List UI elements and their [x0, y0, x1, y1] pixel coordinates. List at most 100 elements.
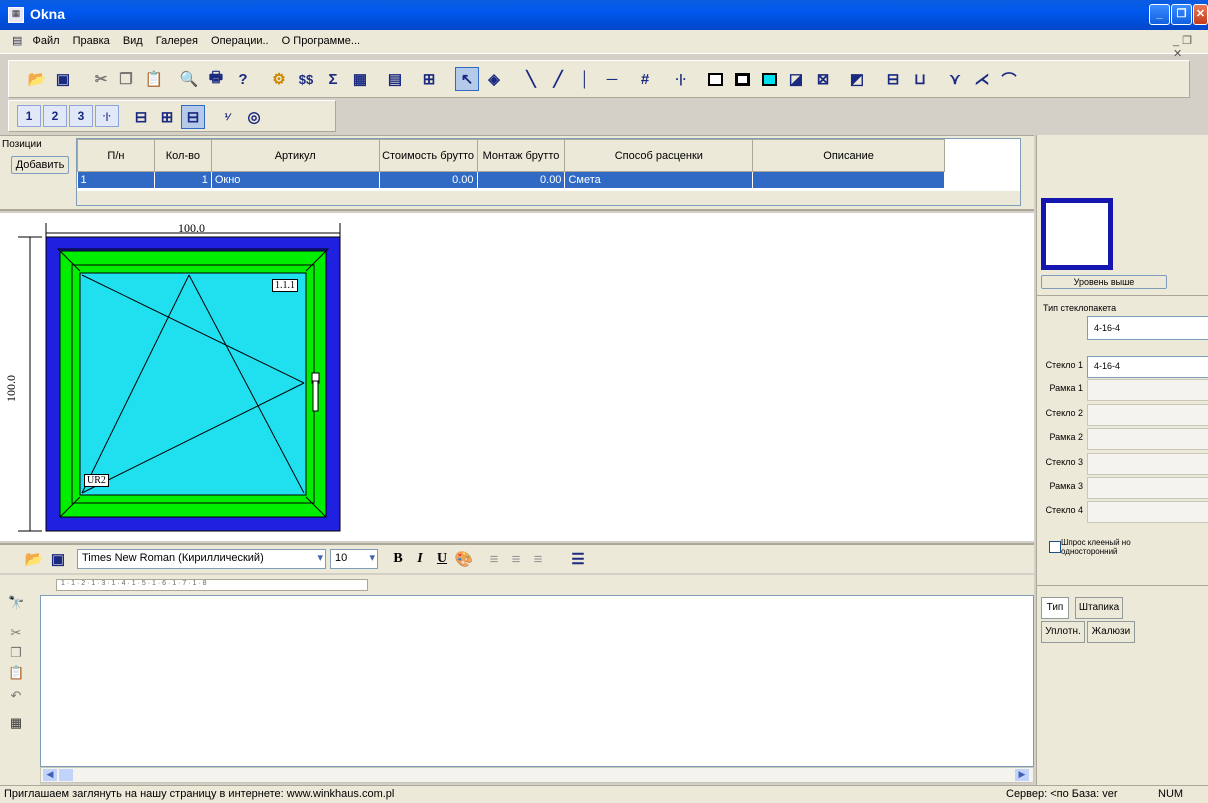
level-up-button[interactable]: Уровень выше [1041, 275, 1167, 289]
find-icon[interactable]: 🔭 [8, 595, 24, 611]
add-position-button[interactable]: Добавить [11, 156, 69, 174]
cell[interactable]: 0.00 [379, 171, 478, 188]
col-header[interactable]: Монтаж брутто [476, 139, 566, 172]
corner-label[interactable]: UR2 [84, 474, 109, 487]
drawing-canvas[interactable]: 100.0 100.0 1.1.1 UR2 [0, 213, 1034, 541]
print-icon[interactable]: 🖶 [204, 67, 228, 91]
table-icon[interactable]: ▦ [348, 67, 372, 91]
grid-icon[interactable]: # [633, 67, 657, 91]
copy-icon[interactable]: ❐ [114, 67, 138, 91]
tab-bead[interactable]: Штапика [1075, 597, 1123, 619]
text-editor[interactable] [40, 595, 1034, 767]
split-icon[interactable]: ·|· [669, 67, 693, 91]
frame-1-select[interactable] [1087, 379, 1208, 401]
glass-type-select[interactable]: 4-16-4 [1087, 316, 1208, 340]
object-icon[interactable]: ◈ [482, 67, 506, 91]
table-row[interactable]: 1 1 Окно 0.00 0.00 Смета [77, 171, 945, 188]
sum-icon[interactable]: Σ [321, 67, 345, 91]
scroll-left-button[interactable]: ◀ [43, 769, 57, 781]
col-header[interactable]: Описание [752, 139, 945, 172]
cell[interactable]: 1 [77, 171, 155, 188]
italic-button[interactable]: I [408, 547, 432, 571]
menu-operations[interactable]: Операции.. [206, 31, 274, 51]
glass-2-select[interactable] [1087, 404, 1208, 426]
layout-c-icon[interactable]: ⊟ [181, 105, 205, 129]
open-icon[interactable]: 📂 [25, 67, 49, 91]
font-select[interactable]: Times New Roman (Кириллический) ▾ [77, 549, 326, 569]
glass-3-select[interactable] [1087, 453, 1208, 475]
align-left-icon[interactable]: ≡ [482, 547, 506, 571]
calc-icon[interactable]: ▤ [383, 67, 407, 91]
col-header[interactable]: Кол-во [153, 139, 212, 172]
vertical-mullion-icon[interactable]: │ [573, 67, 597, 91]
measure-icon[interactable]: ◎ [242, 105, 266, 129]
accessories-icon[interactable]: ⚙ [267, 67, 291, 91]
cell[interactable]: Смета [564, 171, 754, 188]
frame-3-select[interactable] [1087, 477, 1208, 499]
tab-seal[interactable]: Уплотн. [1041, 621, 1085, 643]
undo-icon[interactable]: ↶ [8, 688, 24, 704]
size-select[interactable]: 10 ▾ [330, 549, 378, 569]
panel-icon[interactable]: ◪ [784, 67, 808, 91]
insert-icon[interactable]: ▦ [8, 715, 24, 731]
cell[interactable]: Окно [211, 171, 380, 188]
cell[interactable]: 0.00 [477, 171, 566, 188]
glass-square-icon[interactable] [757, 67, 781, 91]
help-icon[interactable]: ? [231, 67, 255, 91]
paste-icon[interactable]: 📋 [8, 665, 24, 681]
grille-icon[interactable]: ⊠ [811, 67, 835, 91]
cut-icon[interactable]: ✂ [8, 625, 24, 641]
col-header[interactable]: Стоимость брутто [378, 139, 478, 172]
ratio-icon[interactable]: ⅟ [215, 105, 239, 129]
editor-open-icon[interactable]: 📂 [22, 547, 46, 571]
cell[interactable]: 1 [154, 171, 212, 188]
mdi-controls[interactable]: _ ❐ ✕ [1168, 30, 1208, 64]
maximize-button[interactable]: ❐ [1171, 4, 1192, 25]
opening-icon[interactable]: ⊔ [908, 67, 932, 91]
menu-view[interactable]: Вид [118, 31, 148, 51]
view-2-button[interactable]: 2 [43, 105, 67, 127]
glass-1-select[interactable]: 4-16-4 [1087, 356, 1208, 378]
color-icon[interactable]: 🎨 [452, 547, 476, 571]
glass-4-select[interactable] [1087, 501, 1208, 523]
copy-icon[interactable]: ❐ [8, 645, 24, 661]
tab-blinds[interactable]: Жалюзи [1087, 621, 1135, 643]
window-config-icon[interactable]: ⊞ [417, 67, 441, 91]
sash-label[interactable]: 1.1.1 [272, 279, 298, 292]
tilt-icon[interactable]: ⋎ [943, 67, 967, 91]
frame-square-icon[interactable] [703, 67, 727, 91]
paste-icon[interactable]: 📋 [142, 67, 166, 91]
close-button[interactable]: ✕ [1193, 4, 1208, 25]
underline-button[interactable]: U [430, 547, 454, 571]
menu-about[interactable]: О Программе... [277, 31, 365, 51]
layout-a-icon[interactable]: ⊟ [129, 105, 153, 129]
horizontal-scrollbar[interactable]: ◀ ▶ [40, 767, 1034, 783]
col-header[interactable]: Артикул [210, 139, 380, 172]
ruler[interactable]: 1 · 1 · 2 · 1 · 3 · 1 · 4 · 1 · 5 · 1 · … [0, 575, 1034, 595]
view-1-button[interactable]: 1 [17, 105, 41, 127]
layout-icon[interactable]: ⊟ [881, 67, 905, 91]
menu-file[interactable]: Файл [27, 31, 64, 51]
menu-edit[interactable]: Правка [68, 31, 115, 51]
save-icon[interactable]: ▣ [51, 67, 75, 91]
table-scrollbar[interactable] [77, 191, 1020, 205]
align-center-icon[interactable]: ≡ [504, 547, 528, 571]
col-header[interactable]: П/н [77, 139, 155, 172]
positions-table[interactable]: П/н Кол-во Артикул Стоимость брутто Монт… [77, 139, 945, 188]
scroll-thumb[interactable] [59, 769, 73, 781]
col-header[interactable]: Способ расценки [564, 139, 754, 172]
preview-icon[interactable]: 🔍 [177, 67, 201, 91]
diagonal-left-icon[interactable]: ╲ [519, 67, 543, 91]
view-3-button[interactable]: 3 [69, 105, 93, 127]
tab-type[interactable]: Тип [1041, 597, 1069, 619]
pointer-icon[interactable]: ↖ [455, 67, 479, 91]
minimize-button[interactable]: _ [1149, 4, 1170, 25]
frame-2-select[interactable] [1087, 428, 1208, 450]
bold-button[interactable]: B [386, 547, 410, 571]
split-view-button[interactable]: ·|· [95, 105, 119, 127]
editor-save-icon[interactable]: ▣ [46, 547, 70, 571]
align-right-icon[interactable]: ≡ [526, 547, 550, 571]
fill-icon[interactable]: ◩ [845, 67, 869, 91]
diagonal-right-icon[interactable]: ╱ [546, 67, 570, 91]
scroll-right-button[interactable]: ▶ [1015, 769, 1029, 781]
